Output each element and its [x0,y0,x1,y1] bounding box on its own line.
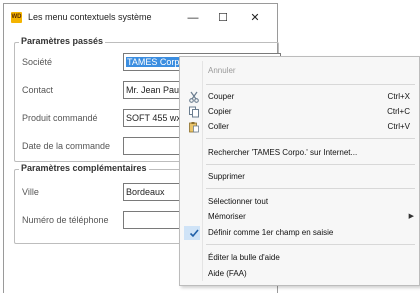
menu-item-paste[interactable]: Coller Ctrl+V [180,119,419,135]
copy-icon [189,106,199,118]
field-label-societe: Société [22,57,53,67]
menu-item-label: Couper [208,92,235,101]
menu-item-copy[interactable]: Copier Ctrl+C [180,104,419,120]
menu-separator [206,244,415,245]
scissors-icon [189,91,199,103]
title-bar[interactable]: WD Les menu contextuels système — ☐ ✕ [4,4,277,32]
app-logo-icon: WD [11,12,22,23]
field-label-date: Date de la commande [22,141,111,151]
menu-item-select-all[interactable]: Sélectionner tout [180,194,419,210]
field-label-telephone: Numéro de téléphone [22,215,109,225]
submenu-arrow-icon: ▶ [408,213,414,220]
shortcut-label: Ctrl+C [387,107,410,116]
menu-item-label: Mémoriser [208,212,246,221]
menu-item-label: Annuler [208,66,236,75]
menu-separator [206,84,415,85]
group-title: Paramètres passés [19,36,106,46]
menu-separator [206,138,415,139]
maximize-button[interactable]: ☐ [212,10,234,26]
field-label-produit: Produit commandé [22,113,98,123]
shortcut-label: Ctrl+V [387,122,410,131]
menu-item-search-internet[interactable]: Rechercher 'TAMES Corpo.' sur Internet..… [180,145,419,161]
field-label-ville: Ville [22,187,39,197]
menu-separator [206,188,415,189]
close-button[interactable]: ✕ [244,10,266,26]
menu-item-label: Définir comme 1er champ en saisie [208,228,334,237]
menu-item-remember[interactable]: Mémoriser ▶ [180,209,419,225]
menu-item-help[interactable]: Aide (FAA) [180,266,419,282]
paste-icon [189,122,199,133]
menu-item-label: Rechercher 'TAMES Corpo.' sur Internet..… [208,148,358,157]
menu-separator [206,164,415,165]
menu-item-cut[interactable]: Couper Ctrl+X [180,89,419,105]
menu-item-label: Copier [208,107,232,116]
checkmark-icon [189,229,199,238]
menu-item-label: Éditer la bulle d'aide [208,253,280,262]
menu-item-edit-tooltip[interactable]: Éditer la bulle d'aide [180,250,419,266]
menu-item-delete[interactable]: Supprimer [180,169,419,185]
group-title: Paramètres complémentaires [19,163,149,173]
minimize-button[interactable]: — [182,10,204,26]
menu-item-label: Supprimer [208,172,245,181]
menu-item-label: Aide (FAA) [208,269,247,278]
menu-item-undo[interactable]: Annuler [180,63,419,79]
menu-item-set-first-field[interactable]: Définir comme 1er champ en saisie [180,225,419,241]
window-title: Les menu contextuels système [28,12,152,22]
menu-item-label: Sélectionner tout [208,197,269,206]
context-menu: Annuler Couper Ctrl+X Copier Ctrl+C Coll… [179,56,420,286]
field-label-contact: Contact [22,85,54,95]
shortcut-label: Ctrl+X [387,92,410,101]
menu-item-label: Coller [208,122,229,131]
